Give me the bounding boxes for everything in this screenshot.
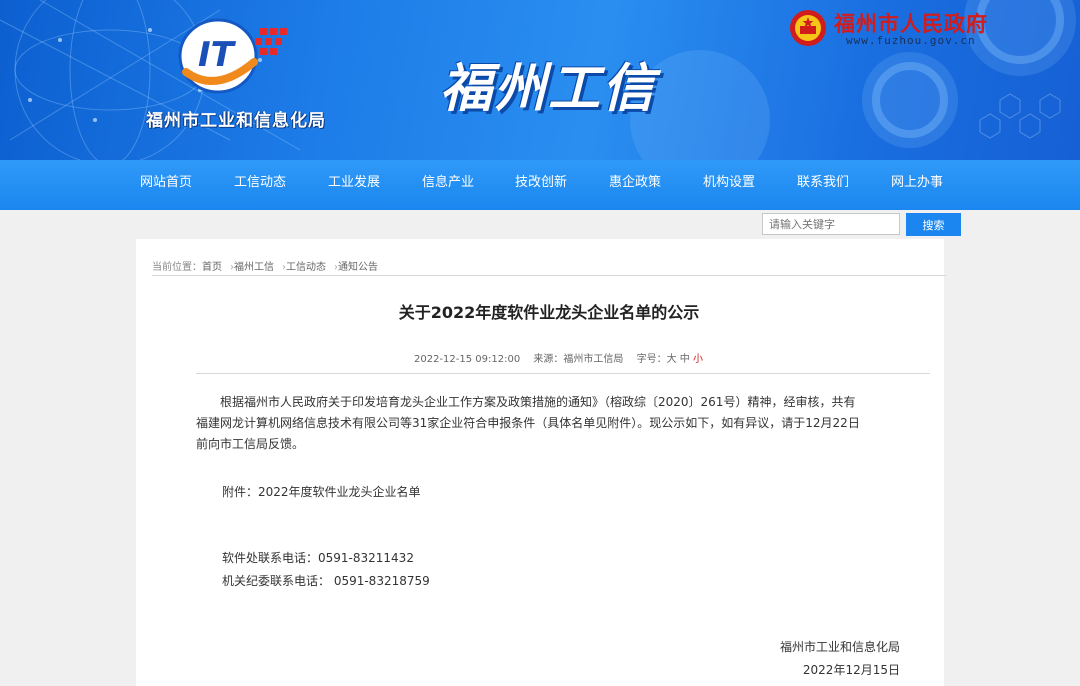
article-title: 关于2022年度软件业龙头企业名单的公示 — [398, 303, 700, 322]
paragraph-line: 根据福州市人民政府关于印发培育龙头企业工作方案及政策措施的通知》（榕政综〔202… — [220, 395, 856, 409]
gov-url[interactable]: www.fuzhou.gov.cn — [846, 34, 976, 47]
font-size-large-button[interactable]: 大 — [667, 354, 677, 365]
nav-item-industry[interactable]: 工业发展 — [328, 160, 380, 210]
font-size-small-button[interactable]: 小 — [693, 354, 703, 365]
signature-date: 2022年12月15日 — [802, 663, 900, 677]
fuzhou-it-bureau-logo: IT — [178, 18, 287, 94]
nav-item-home[interactable]: 网站首页 — [140, 160, 192, 210]
bureau-name: 福州市工业和信息化局 — [146, 111, 326, 131]
breadcrumb-divider — [152, 275, 946, 276]
meta-divider — [196, 373, 930, 374]
breadcrumb-notices[interactable]: 通知公告 — [338, 262, 378, 273]
article-paragraph: 根据福州市人民政府关于印发培育龙头企业工作方案及政策措施的通知》（榕政综〔202… — [196, 392, 902, 455]
main-nav: 网站首页 工信动态 工业发展 信息产业 技改创新 惠企政策 机构设置 联系我们 … — [0, 160, 1080, 210]
nav-item-innovation[interactable]: 技改创新 — [515, 160, 567, 210]
article-meta: 2022-12-15 09:12:00 来源：福州市工信局 字号：大 中 小 — [414, 350, 703, 365]
svg-text:IT: IT — [198, 35, 237, 75]
brand-title: 福州工信 — [440, 59, 657, 119]
discipline-contact: 机关纪委联系电话： 0591-83218759 — [222, 574, 430, 588]
nav-item-organization[interactable]: 机构设置 — [703, 160, 755, 210]
search-button[interactable]: 搜索 — [906, 213, 961, 236]
site-banner: IT 福州市工业和信息化局 福州工信 福州市人民政府 www.fuzhou.go… — [0, 0, 1080, 160]
nav-item-online-service[interactable]: 网上办事 — [891, 160, 943, 210]
nav-item-news[interactable]: 工信动态 — [234, 160, 286, 210]
paragraph-line: 福建网龙计算机网络信息技术有限公司等31家企业符合申报条件（具体名单见附件）。现… — [196, 416, 860, 430]
national-emblem-icon — [790, 10, 826, 46]
breadcrumb-fuzhou-it[interactable]: 福州工信 — [234, 262, 274, 273]
attachment-link[interactable]: 附件：2022年度软件业龙头企业名单 — [222, 483, 421, 500]
article-date: 2022-12-15 09:12:00 — [414, 354, 521, 365]
software-contact: 软件处联系电话：0591-83211432 — [222, 551, 414, 565]
breadcrumb-prefix: 当前位置： — [152, 262, 202, 273]
font-size-medium-button[interactable]: 中 — [680, 354, 690, 365]
search-input[interactable] — [762, 213, 900, 235]
nav-item-contact[interactable]: 联系我们 — [797, 160, 849, 210]
article-source: 福州市工信局 — [563, 354, 624, 365]
paragraph-line: 前向市工信局反馈。 — [196, 437, 305, 451]
breadcrumb-home[interactable]: 首页 — [202, 262, 222, 273]
source-label: 来源： — [533, 354, 564, 365]
nav-item-policy[interactable]: 惠企政策 — [609, 160, 661, 210]
breadcrumb: 当前位置：首页 ›福州工信 ›工信动态 ›通知公告 — [152, 258, 378, 273]
signature-org: 福州市工业和信息化局 — [779, 640, 900, 654]
font-size-label: 字号： — [636, 354, 667, 365]
nav-item-info-industry[interactable]: 信息产业 — [422, 160, 474, 210]
breadcrumb-news[interactable]: 工信动态 — [286, 262, 326, 273]
